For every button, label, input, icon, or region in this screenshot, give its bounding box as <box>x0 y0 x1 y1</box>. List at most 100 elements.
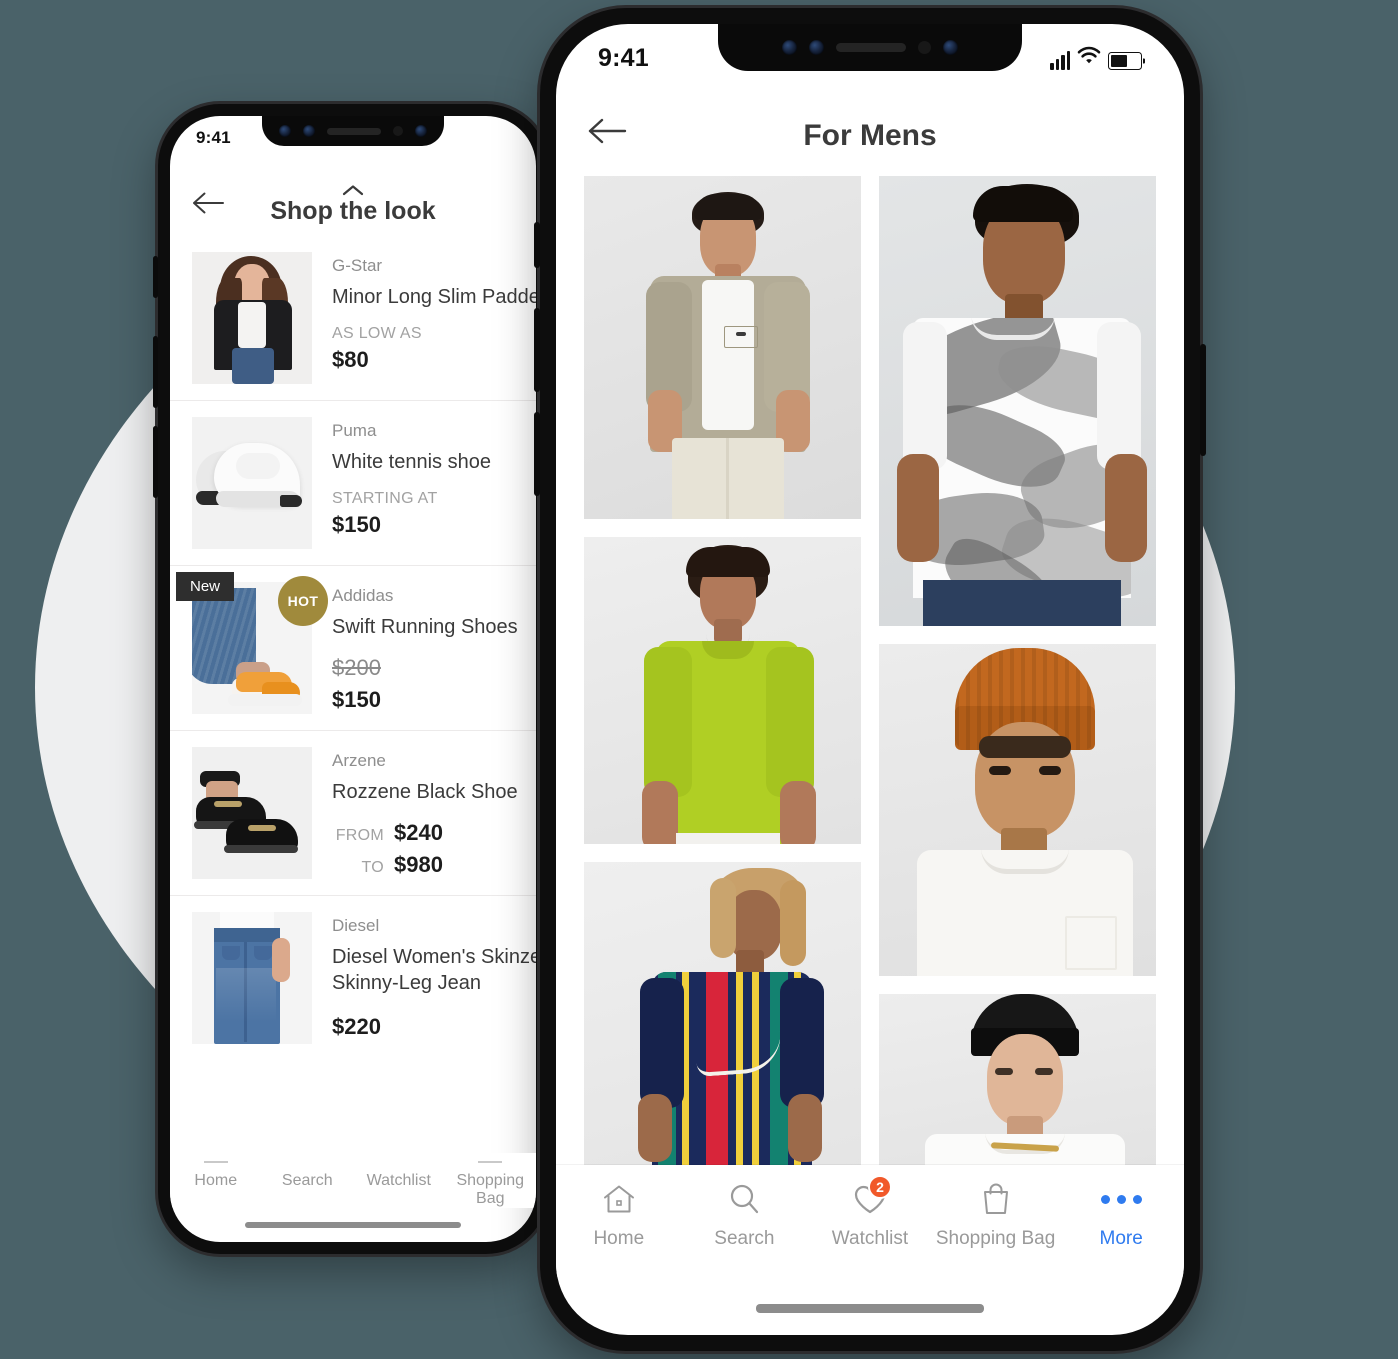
right-phone-silent-switch[interactable] <box>534 222 540 268</box>
tab-shopping-bag[interactable]: Shopping Bag <box>933 1179 1059 1250</box>
product-brand: Arzene <box>332 751 386 770</box>
product-thumbnail[interactable] <box>192 912 312 1044</box>
tab-watchlist[interactable]: Watchlist <box>353 1161 445 1208</box>
left-tab-bar[interactable]: Home Search Watchlist Shopping Bag <box>170 1153 536 1208</box>
product-price: $80 <box>332 346 369 372</box>
search-icon <box>724 1179 764 1219</box>
right-phone-power-button[interactable] <box>1200 344 1206 456</box>
shop-the-look-list[interactable]: G-Star Minor Long Slim Padded AS LOW AS … <box>170 236 536 1060</box>
left-phone-screen: 9:41 Shop the look G-Star Minor Long Sli… <box>170 116 536 1242</box>
product-brand: Addidas <box>332 586 394 605</box>
price-from-label: FROM <box>335 826 384 844</box>
left-phone-notch <box>262 116 444 146</box>
right-phone-volume-up-button[interactable] <box>534 308 540 392</box>
tab-home[interactable]: Home <box>556 1179 682 1250</box>
tab-shopping-bag-label: Shopping Bag <box>456 1172 525 1207</box>
right-phone-screen: 9:41 For Mens Home Search 2 Watchlist Sh… <box>556 24 1184 1335</box>
heart-icon: 2 <box>850 1175 892 1219</box>
tab-search[interactable]: Search <box>262 1161 354 1208</box>
product-price-to: TO $980 <box>332 852 514 878</box>
product-info: Addidas Swift Running Shoes $200 $150 <box>332 582 518 714</box>
grid-item[interactable] <box>879 176 1156 627</box>
list-item[interactable]: Puma White tennis shoe STARTING AT $150 <box>170 401 536 566</box>
battery-icon <box>1108 52 1142 70</box>
tab-home-label: Home <box>593 1228 645 1249</box>
product-name: White tennis shoe <box>332 451 491 473</box>
left-phone-volume-up-button[interactable] <box>153 336 158 408</box>
product-image-arzene-black-loafer <box>192 747 312 879</box>
ellipsis-icon <box>1100 1179 1142 1219</box>
grid-item[interactable] <box>584 861 861 1186</box>
product-price: $220 <box>332 1014 381 1040</box>
front-camera-secondary-icon <box>303 125 315 137</box>
product-image-tropical-print-tshirt <box>879 176 1156 627</box>
list-item[interactable]: Diesel Diesel Women's Skinzee Skinny-Leg… <box>170 896 536 1060</box>
list-item[interactable]: New HOT Addidas Swift Running Shoes $200… <box>170 566 536 731</box>
front-camera-icon <box>782 40 797 55</box>
cellular-signal-icon <box>1050 51 1070 70</box>
tab-watchlist-label: Watchlist <box>366 1172 431 1189</box>
tab-shopping-bag-label: Shopping Bag <box>935 1228 1056 1249</box>
product-image-lime-tshirt <box>584 536 861 844</box>
product-image-puma-sneaker <box>192 417 312 549</box>
product-image-beige-overshirt <box>584 176 861 519</box>
tab-home-label: Home <box>194 1172 238 1189</box>
tab-more[interactable]: More <box>1058 1179 1184 1250</box>
product-image-striped-karl-kani-tshirt <box>584 861 861 1186</box>
product-image-orange-beanie <box>879 644 1156 976</box>
product-brand: Diesel <box>332 916 380 935</box>
product-thumbnail[interactable] <box>192 417 312 549</box>
status-system-icons <box>1050 46 1142 70</box>
product-old-price: $200 <box>332 654 381 680</box>
right-status-time: 9:41 <box>598 43 649 72</box>
right-home-indicator[interactable] <box>756 1304 984 1313</box>
product-name: Swift Running Shoes <box>332 616 518 638</box>
product-grid[interactable]: seX <box>556 176 1184 1186</box>
product-name: Rozzene Black Shoe <box>332 781 518 803</box>
tab-watchlist[interactable]: 2 Watchlist <box>807 1175 933 1250</box>
left-home-indicator[interactable] <box>245 1222 461 1228</box>
back-arrow-icon[interactable] <box>588 116 628 151</box>
left-phone-volume-down-button[interactable] <box>153 426 158 498</box>
tab-home[interactable]: Home <box>170 1161 262 1208</box>
product-price: $150 <box>332 511 381 537</box>
list-item[interactable]: Arzene Rozzene Black Shoe FROM $240 TO $… <box>170 731 536 896</box>
left-page-title: Shop the look <box>270 197 436 225</box>
grid-column-left <box>584 176 861 1186</box>
tab-shopping-bag[interactable]: Shopping Bag <box>445 1161 537 1208</box>
front-camera-icon <box>279 125 291 137</box>
left-nav-header: Shop the look <box>170 172 536 236</box>
left-phone-silent-switch[interactable] <box>153 256 158 298</box>
product-name: Minor Long Slim Padded <box>332 286 536 308</box>
shopping-bag-icon <box>976 1179 1016 1219</box>
right-tab-bar[interactable]: Home Search 2 Watchlist Shopping Bag Mor… <box>556 1165 1184 1277</box>
infrared-camera-icon <box>415 125 427 137</box>
back-arrow-icon[interactable] <box>192 190 226 221</box>
product-info: Diesel Diesel Women's Skinzee Skinny-Leg… <box>332 912 536 1044</box>
list-item[interactable]: G-Star Minor Long Slim Padded AS LOW AS … <box>170 236 536 401</box>
product-image-gstar-coat <box>192 252 312 384</box>
proximity-sensor-icon <box>918 41 931 54</box>
grid-item[interactable]: seX <box>879 993 1156 1186</box>
tab-search-label: Search <box>714 1228 775 1249</box>
price-to-label: TO <box>361 858 384 876</box>
tab-search[interactable]: Search <box>682 1179 808 1250</box>
product-thumbnail[interactable] <box>192 747 312 879</box>
right-nav-header: For Mens <box>556 96 1184 176</box>
shopping-bag-icon <box>478 1161 503 1163</box>
product-info: Puma White tennis shoe STARTING AT $150 <box>332 417 514 549</box>
right-phone-volume-down-button[interactable] <box>534 412 540 496</box>
product-thumbnail[interactable] <box>192 252 312 384</box>
tab-search-label: Search <box>281 1172 333 1189</box>
grid-item[interactable] <box>584 176 861 519</box>
status-badge-hot: HOT <box>278 576 328 626</box>
product-brand: Puma <box>332 421 377 440</box>
earpiece-speaker-icon <box>327 127 381 135</box>
product-brand: G-Star <box>332 256 383 275</box>
right-phone-notch <box>718 24 1022 71</box>
earpiece-speaker-icon <box>836 43 906 52</box>
grid-item[interactable] <box>879 644 1156 976</box>
grid-item[interactable] <box>584 536 861 844</box>
right-phone-mockup: 9:41 For Mens Home Search 2 Watchlist Sh… <box>534 8 1206 1351</box>
product-info: Arzene Rozzene Black Shoe FROM $240 TO $… <box>332 747 518 879</box>
